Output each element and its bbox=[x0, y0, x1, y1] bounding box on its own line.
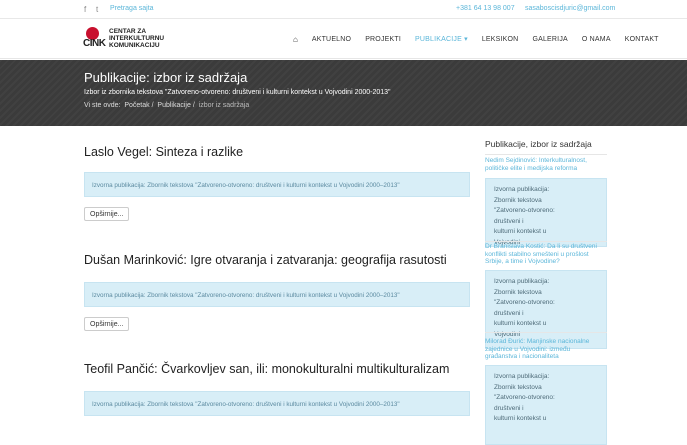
logo-short-name: CINK bbox=[83, 38, 106, 49]
post-source-note: Izvorna publikacija: Zbornik tekstova "Z… bbox=[84, 172, 470, 197]
breadcrumb-prefix: Vi ste ovde: bbox=[84, 102, 121, 109]
sidebar-post: Dr Branislava Kostić: Da li su društveni… bbox=[485, 243, 607, 349]
sidebar-post-title[interactable]: Dr Branislava Kostić: Da li su društveni… bbox=[485, 243, 607, 266]
source-line: Izvorna publikacija: bbox=[494, 373, 550, 380]
email-link[interactable]: sasaboscisdjuric@gmail.com bbox=[525, 5, 615, 12]
sidebar-post: Milorad Đurić: Manjinske nacionalne zaje… bbox=[485, 338, 607, 445]
nav-item-kontakt[interactable]: KONTAKT bbox=[618, 19, 666, 59]
nav-item-projekti[interactable]: PROJEKTI bbox=[358, 19, 408, 59]
title-line[interactable]: političke elite i medijska reforma bbox=[485, 165, 607, 173]
top-bar: f t Pretraga sajta +381 64 13 98 007 sas… bbox=[0, 0, 687, 19]
source-line: društveni i bbox=[494, 309, 524, 317]
source-line: "Zatvoreno-otvoreno: bbox=[494, 207, 555, 214]
sidebar-post-title[interactable]: Nedim Sejdinović: Interkulturalnost, pol… bbox=[485, 157, 607, 172]
nav-item-galerija[interactable]: GALERIJA bbox=[525, 19, 574, 59]
source-line: Izvorna publikacija: bbox=[494, 278, 550, 285]
post-source-note: Izvorna publikacija: Zbornik tekstova "Z… bbox=[84, 282, 470, 307]
source-line: kulturni kontekst u bbox=[494, 228, 547, 235]
source-line: društveni i bbox=[494, 404, 524, 412]
phone-number: +381 64 13 98 007 bbox=[456, 5, 515, 12]
facebook-icon[interactable]: f bbox=[84, 5, 86, 14]
source-line: "Zatvoreno-otvoreno: bbox=[494, 299, 555, 306]
main-nav: ⌂ AKTUELNO PROJEKTI PUBLIKACIJE ▾ LEKSIK… bbox=[286, 19, 666, 59]
breadcrumb-current: izbor iz sadržaja bbox=[198, 102, 250, 109]
breadcrumb-home[interactable]: Početak bbox=[124, 102, 149, 109]
title-line[interactable]: Nedim Sejdinović: Interkulturalnost, bbox=[485, 157, 607, 165]
site-logo[interactable]: CINK CENTAR ZA INTERKULTURNU KOMUNIKACIJ… bbox=[83, 27, 183, 53]
twitter-icon[interactable]: t bbox=[96, 5, 98, 14]
title-line[interactable]: Dr Branislava Kostić: Da li su društveni bbox=[485, 243, 607, 251]
source-line: Zbornik tekstova bbox=[494, 383, 542, 391]
sidebar-post-source: Izvorna publikacija: Zbornik tekstova "Z… bbox=[485, 365, 607, 445]
sidebar-post: Nedim Sejdinović: Interkulturalnost, pol… bbox=[485, 157, 607, 247]
nav-item-leksikon[interactable]: LEKSIKON bbox=[475, 19, 526, 59]
post-title[interactable]: Dušan Marinković: Igre otvaranja i zatva… bbox=[84, 253, 447, 267]
divider bbox=[485, 332, 607, 333]
title-line[interactable]: Milorad Đurić: Manjinske nacionalne bbox=[485, 338, 607, 346]
breadcrumb: Vi ste ovde: Početak / Publikacije / izb… bbox=[84, 102, 250, 109]
nav-item-publikacije[interactable]: PUBLIKACIJE ▾ bbox=[408, 19, 475, 59]
site-search-link[interactable]: Pretraga sajta bbox=[110, 5, 154, 12]
read-more-button[interactable]: Opširnije... bbox=[84, 207, 130, 221]
nav-item-aktuelno[interactable]: AKTUELNO bbox=[305, 19, 358, 59]
page-banner: Publikacije: izbor iz sadržaja Izbor iz … bbox=[0, 60, 687, 126]
breadcrumb-publikacije[interactable]: Publikacije bbox=[157, 102, 190, 109]
source-line: Izvorna publikacija: bbox=[494, 186, 550, 193]
source-line: kulturni kontekst u bbox=[494, 320, 547, 327]
title-line[interactable]: konflikti stabilno smešteni u prošlost bbox=[485, 251, 607, 259]
title-line[interactable]: zajednice u Vojvodini: između bbox=[485, 346, 607, 354]
source-line: Zbornik tekstova bbox=[494, 196, 542, 204]
title-line[interactable]: Srbije, a time i Vojvodine? bbox=[485, 258, 607, 266]
post-title[interactable]: Laslo Vegel: Sinteza i razlike bbox=[84, 145, 243, 159]
page-subtitle: Izbor iz zbornika tekstova "Zatvoreno-ot… bbox=[84, 89, 391, 96]
post-source-note: Izvorna publikacija: Zbornik tekstova "Z… bbox=[84, 391, 470, 416]
home-icon[interactable]: ⌂ bbox=[286, 35, 305, 44]
source-line: društveni i bbox=[494, 217, 524, 225]
nav-item-o-nama[interactable]: O NAMA bbox=[575, 19, 618, 59]
sidebar-heading: Publikacije, izbor iz sadržaja bbox=[485, 139, 592, 149]
site-header: CINK CENTAR ZA INTERKULTURNU KOMUNIKACIJ… bbox=[0, 19, 687, 59]
page-title: Publikacije: izbor iz sadržaja bbox=[84, 70, 248, 85]
post-title[interactable]: Teofil Pančić: Čvarkovljev san, ili: mon… bbox=[84, 362, 449, 376]
sidebar-post-source: Izvorna publikacija: Zbornik tekstova "Z… bbox=[485, 178, 607, 247]
logo-full-name: CENTAR ZA INTERKULTURNU KOMUNIKACIJU bbox=[109, 28, 165, 49]
divider bbox=[485, 241, 607, 242]
divider bbox=[485, 154, 607, 155]
read-more-button[interactable]: Opširnije... bbox=[84, 317, 130, 331]
title-line[interactable]: građanstva i nacionaliteta bbox=[485, 353, 607, 361]
source-line: kulturni kontekst u bbox=[494, 415, 547, 422]
source-line: Zbornik tekstova bbox=[494, 288, 542, 296]
source-line: "Zatvoreno-otvoreno: bbox=[494, 394, 555, 401]
sidebar-post-title[interactable]: Milorad Đurić: Manjinske nacionalne zaje… bbox=[485, 338, 607, 361]
